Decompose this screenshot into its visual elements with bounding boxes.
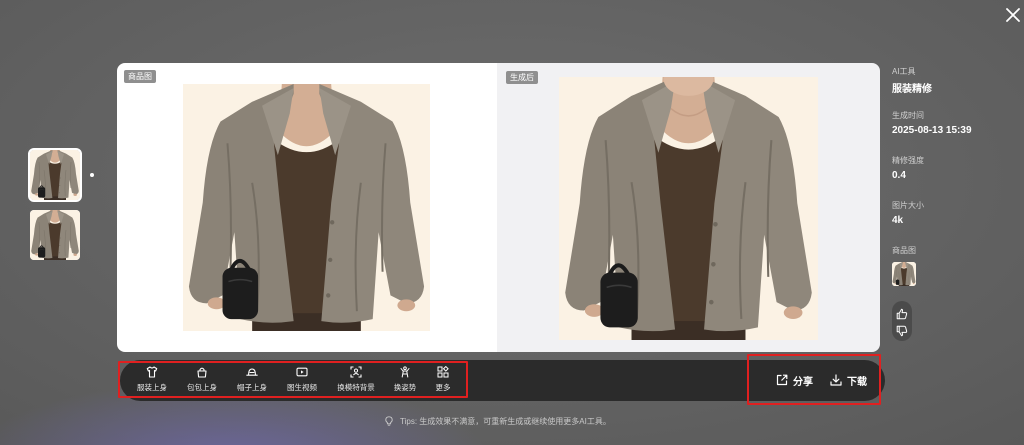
dislike-button[interactable] (896, 324, 908, 337)
product-thumbnail-image (892, 262, 916, 286)
more-grid-icon (437, 366, 449, 378)
tool-image-to-video[interactable]: 图生视频 (279, 363, 325, 395)
close-icon (1006, 8, 1020, 22)
shirt-icon (146, 366, 158, 378)
generated-time-value: 2025-08-13 15:39 (892, 125, 972, 136)
pose-icon (400, 366, 410, 378)
close-button[interactable] (1004, 6, 1022, 24)
model-background-icon (350, 366, 362, 378)
after-label: 生成后 (506, 71, 538, 84)
lightbulb-icon (385, 416, 393, 426)
download-label: 下载 (847, 376, 867, 388)
bag-icon (197, 367, 207, 378)
before-label: 商品图 (124, 70, 156, 83)
history-thumbnail-selected[interactable] (28, 148, 82, 202)
like-button[interactable] (896, 307, 908, 320)
refine-strength-title: 精修强度 (892, 156, 924, 165)
product-image-thumbnail[interactable] (892, 262, 916, 286)
thumbs-down-icon (896, 325, 908, 337)
hat-icon (246, 368, 258, 376)
feedback-group (892, 301, 912, 341)
generated-image-thumbnail (30, 150, 80, 200)
download-button[interactable]: 下载 (830, 372, 867, 388)
comparison-panel: 商品图 生成后 (117, 63, 880, 352)
tool-clothing-try-on[interactable]: 服装上身 (129, 363, 175, 395)
after-pane: 生成后 (497, 63, 880, 352)
before-pane: 商品图 (117, 63, 497, 352)
ai-tool-title: AI工具 (892, 67, 916, 76)
history-thumbnail[interactable] (30, 210, 80, 260)
download-icon (830, 374, 842, 386)
tool-label: 图生视频 (287, 383, 317, 392)
tool-bag-try-on[interactable]: 包包上身 (179, 363, 225, 395)
refine-strength-value: 0.4 (892, 170, 906, 181)
tool-hat-try-on[interactable]: 帽子上身 (229, 363, 275, 395)
ai-tool-value: 服装精修 (892, 84, 932, 95)
product-image-thumbnail (30, 210, 80, 260)
tips-bar: Tips: 生成效果不满意，可重新生成或继续使用更多AI工具。 (384, 414, 611, 428)
generated-image (559, 77, 818, 340)
tool-change-model-background[interactable]: 换模特背景 (333, 363, 379, 395)
share-icon (776, 374, 788, 386)
thumbs-up-icon (896, 308, 908, 320)
tool-label: 更多 (435, 383, 451, 392)
video-icon (296, 367, 308, 377)
product-image-title: 商品图 (892, 246, 916, 255)
share-label: 分享 (793, 376, 813, 388)
generated-time-title: 生成时间 (892, 111, 924, 120)
image-size-value: 4k (892, 215, 904, 226)
share-button[interactable]: 分享 (776, 372, 813, 388)
selected-indicator-dot (90, 173, 94, 177)
product-image (183, 84, 430, 331)
tips-text: Tips: 生成效果不满意，可重新生成或继续使用更多AI工具。 (400, 416, 611, 426)
tool-more[interactable]: 更多 (420, 363, 466, 395)
image-size-title: 图片大小 (892, 201, 924, 210)
